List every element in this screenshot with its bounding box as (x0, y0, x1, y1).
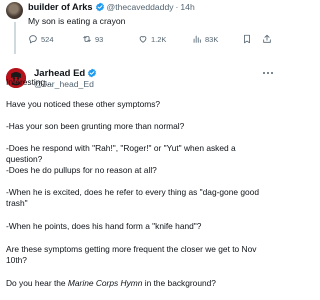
parent-author-handle[interactable]: @thecaveddaddy (107, 2, 174, 12)
bookmark-button[interactable] (242, 33, 255, 45)
reply-line-9: Do you hear the Marine Corps Hymn in the… (6, 278, 274, 289)
reply-line-3: -Has your son been grunting more than no… (6, 121, 185, 131)
views-count: 83K (205, 34, 219, 44)
parent-tweet[interactable]: builder of Arks @thecaveddaddy · 14h My … (0, 0, 278, 64)
parent-timestamp[interactable]: 14h (180, 2, 194, 12)
share-button[interactable] (262, 33, 275, 45)
reply-line-8: Are these symptoms getting more frequent… (6, 244, 257, 266)
reply-line-9-italic: Marine Corps Hymn (67, 278, 143, 288)
bookmark-icon (244, 34, 250, 44)
parent-author-name[interactable]: builder of Arks (28, 2, 93, 12)
reply-tweet[interactable]: Jarhead Ed @Jar_head_Ed Interesting... H… (0, 60, 278, 300)
more-options-icon[interactable] (262, 69, 274, 77)
verified-badge-icon (95, 2, 104, 12)
views-button[interactable]: 83K (192, 33, 218, 45)
parent-header: builder of Arks @thecaveddaddy · 14h (28, 1, 195, 13)
reply-line-9-end: in the background? (142, 278, 216, 288)
reply-line-2: Have you noticed these other symptoms? (6, 99, 161, 109)
reply-line-9-start: Do you hear the (6, 278, 68, 288)
parent-separator: · (175, 2, 179, 12)
reply-line-6: -When he is excited, does he refer to ev… (6, 187, 259, 209)
parent-avatar[interactable] (6, 2, 23, 19)
reply-count: 524 (41, 34, 54, 44)
like-button[interactable]: 1.2K (138, 33, 166, 45)
reply-line-1: Interesting... (6, 77, 53, 87)
like-count: 1.2K (151, 34, 167, 44)
reply-line-7: -When he points, does his hand form a "k… (6, 221, 202, 231)
reply-line-4: -Does he respond with "Rah!", "Roger!" o… (6, 143, 236, 165)
share-icon (263, 34, 271, 43)
reply-icon (29, 35, 37, 44)
views-icon (193, 35, 201, 43)
repost-icon (83, 36, 91, 42)
reply-line-5: -Does he do pullups for no reason at all… (6, 165, 157, 175)
parent-action-bar: 524 93 1.2K 83K (28, 33, 274, 45)
reply-button[interactable]: 524 (28, 33, 54, 45)
like-icon (139, 36, 147, 43)
repost-button[interactable]: 93 (82, 33, 103, 45)
thread-connector (14, 22, 16, 54)
parent-tweet-text: My son is eating a crayon (28, 16, 126, 26)
repost-count: 93 (95, 34, 104, 44)
